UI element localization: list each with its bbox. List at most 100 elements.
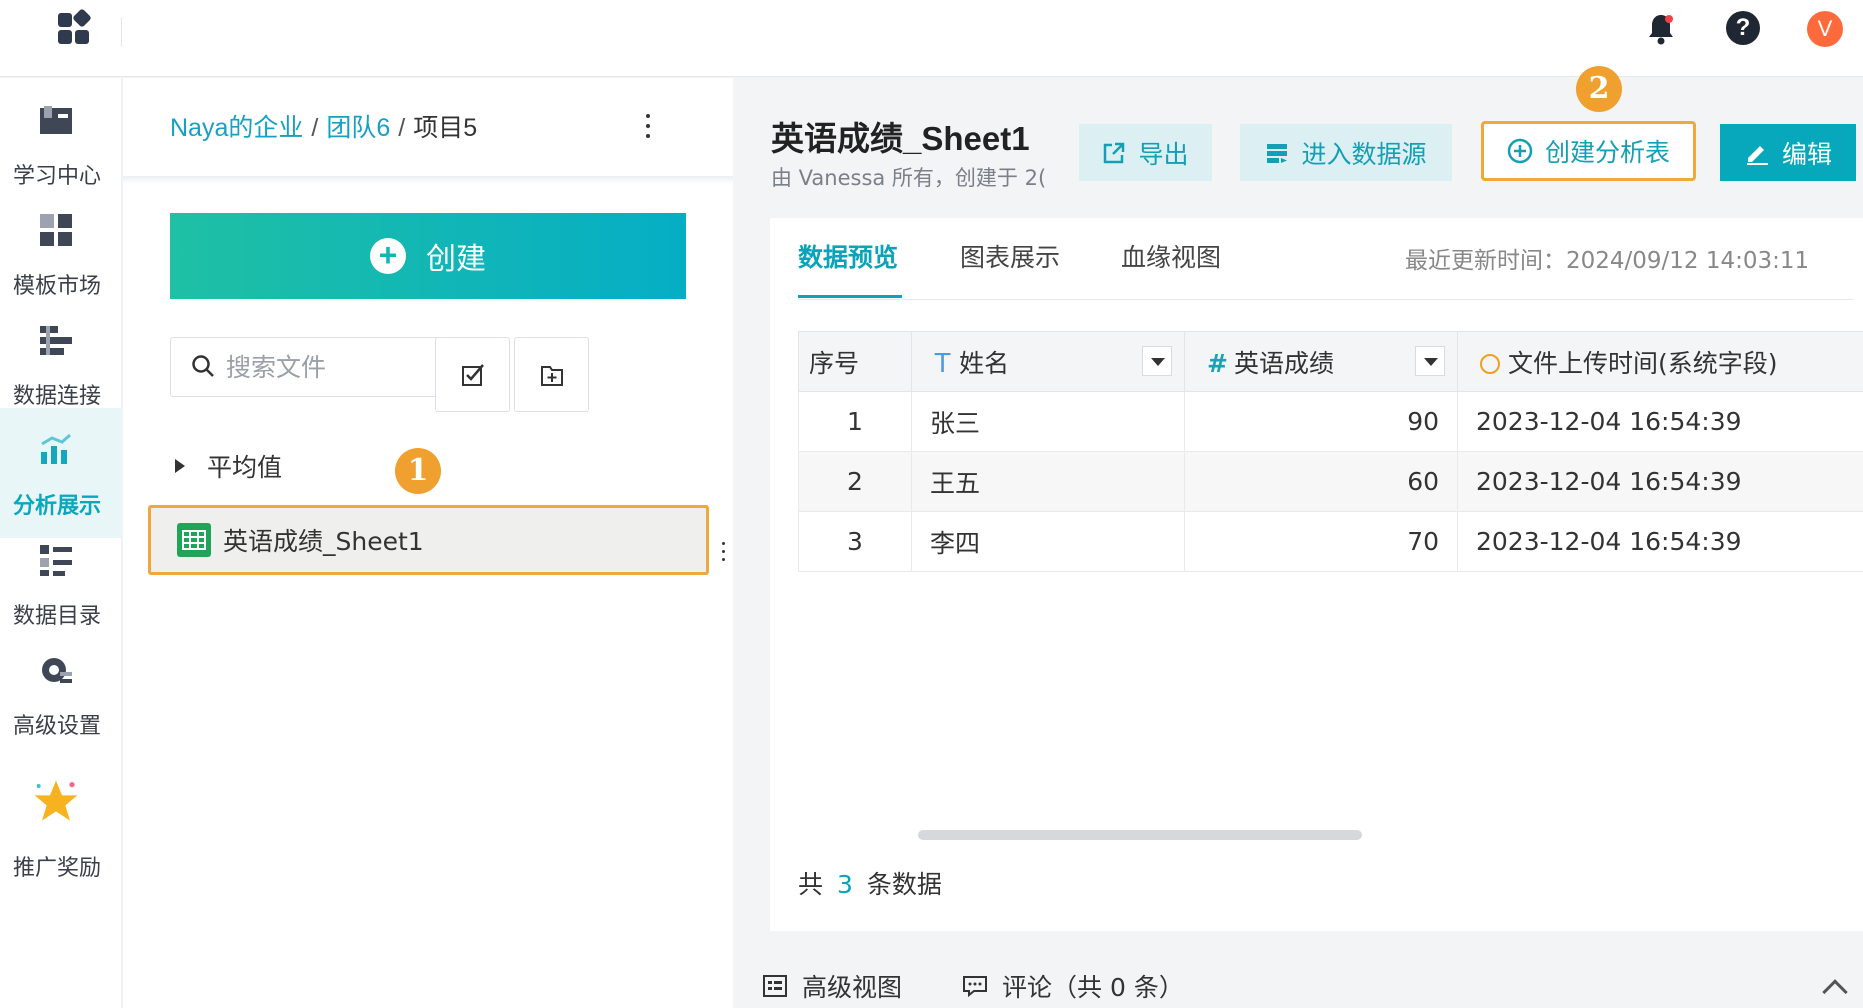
nav-label: 数据目录	[12, 604, 101, 629]
count-suffix: 条数据	[866, 870, 942, 899]
create-label: 创建	[426, 243, 486, 276]
breadcrumb-team[interactable]: 团队6	[326, 114, 390, 142]
step-badge-2: 2	[1576, 66, 1622, 112]
cell-name: 李四	[911, 511, 1185, 572]
enter-datasource-label: 进入数据源	[1301, 140, 1427, 169]
bell-icon[interactable]	[1645, 12, 1677, 46]
create-analysis-button[interactable]: 创建分析表	[1481, 121, 1696, 181]
file-panel: Naya的企业/团队6/项目5 + 创建 平均值 1 英语成绩_Sheet1	[123, 78, 733, 1008]
plus-circle-icon	[1507, 138, 1533, 164]
batch-select-button[interactable]	[435, 337, 510, 412]
cell-index: 3	[798, 511, 912, 572]
folder-plus-icon	[541, 366, 563, 386]
text-type-icon: T	[934, 346, 952, 378]
column-header-score: # 英语成绩	[1184, 331, 1458, 392]
active-tab-indicator	[798, 295, 902, 298]
count-value: 3	[837, 870, 853, 899]
datasource-icon	[1267, 143, 1288, 163]
comments-label: 评论（共 0 条）	[1002, 973, 1184, 1002]
nav-item-settings[interactable]: 高级设置	[0, 628, 122, 758]
tab-chart-display[interactable]: 图表展示	[960, 238, 1060, 274]
create-button[interactable]: + 创建	[170, 213, 686, 299]
export-icon	[1104, 142, 1125, 163]
top-bar: ? V	[0, 0, 1863, 77]
folder-item[interactable]: 平均值	[175, 446, 282, 486]
more-options-icon[interactable]	[643, 114, 653, 142]
nav-label: 分析展示	[12, 494, 101, 519]
edit-label: 编辑	[1781, 140, 1832, 169]
pencil-icon	[1746, 145, 1768, 165]
question-icon[interactable]: ?	[1726, 11, 1760, 45]
file-more-icon[interactable]	[720, 542, 726, 566]
column-header-index: 序号	[798, 331, 912, 392]
column-header-label: 序号	[809, 348, 860, 378]
clock-icon	[1480, 353, 1500, 374]
table-header-row: 序号 T 姓名 # 英语成绩 文件上传时间(系统字段)	[798, 331, 1863, 392]
chart-icon	[41, 433, 71, 464]
last-updated-text: 最近更新时间：2024/09/12 14:03:11	[1405, 248, 1810, 274]
cell-index: 2	[798, 451, 912, 512]
nav-label: 高级设置	[12, 714, 101, 739]
step-badge-1: 1	[395, 448, 441, 494]
tab-data-preview[interactable]: 数据预览	[798, 238, 898, 274]
cell-upload-time: 2023-12-04 16:54:39	[1457, 451, 1863, 512]
breadcrumb-separator: /	[311, 114, 319, 142]
nav-item-rewards[interactable]: 推广奖励	[0, 758, 122, 888]
notification-dot	[1665, 15, 1673, 23]
page-subtitle: 由 Vanessa 所有，创建于 2(	[771, 166, 1047, 190]
breadcrumb-enterprise[interactable]: Naya的企业	[170, 114, 303, 142]
enter-datasource-button[interactable]: 进入数据源	[1240, 124, 1452, 181]
cell-name: 王五	[911, 451, 1185, 512]
new-folder-button[interactable]	[514, 337, 589, 412]
number-type-icon: #	[1207, 348, 1228, 378]
column-header-label: 姓名	[959, 348, 1010, 378]
export-button[interactable]: 导出	[1079, 124, 1212, 181]
advanced-view-icon	[763, 975, 787, 997]
column-dropdown-icon[interactable]	[1415, 346, 1445, 376]
nav-label: 学习中心	[12, 164, 101, 189]
column-header-label: 英语成绩	[1233, 348, 1334, 378]
tab-lineage-view[interactable]: 血缘视图	[1121, 238, 1221, 274]
column-header-label: 文件上传时间(系统字段)	[1508, 348, 1778, 378]
avatar[interactable]: V	[1807, 11, 1843, 47]
divider	[798, 299, 1853, 300]
file-item-selected[interactable]: 英语成绩_Sheet1	[148, 505, 709, 575]
comment-icon	[963, 976, 988, 998]
row-count: 共 3 条数据	[798, 865, 942, 901]
table-row: 2 王五 60 2023-12-04 16:54:39	[798, 451, 1863, 512]
create-analysis-label: 创建分析表	[1544, 139, 1670, 167]
chevron-up-icon[interactable]	[1822, 979, 1848, 1005]
horizontal-scrollbar[interactable]	[918, 830, 1362, 840]
preview-card: 数据预览 图表展示 血缘视图 最近更新时间：2024/09/12 14:03:1…	[770, 218, 1863, 931]
column-header-name: T 姓名	[911, 331, 1185, 392]
column-header-upload-time: 文件上传时间(系统字段)	[1457, 331, 1863, 392]
caret-right-icon[interactable]	[175, 459, 185, 473]
comments-button[interactable]: 评论（共 0 条）	[962, 968, 1184, 1004]
nav-label: 模板市场	[12, 274, 101, 299]
plus-circle-icon: +	[370, 238, 406, 274]
breadcrumb: Naya的企业 / 团队6/项目5	[170, 108, 477, 144]
file-name: 英语成绩_Sheet1	[223, 527, 424, 556]
nav-label: 数据连接	[12, 384, 101, 409]
template-icon	[40, 214, 72, 246]
cell-upload-time: 2023-12-04 16:54:39	[1457, 391, 1863, 452]
table-row: 3 李四 70 2023-12-04 16:54:39	[798, 511, 1863, 572]
data-connect-icon	[40, 326, 72, 355]
cell-score: 90	[1184, 391, 1458, 452]
advanced-view-button[interactable]: 高级视图	[762, 968, 902, 1004]
cell-name: 张三	[911, 391, 1185, 452]
export-label: 导出	[1138, 140, 1189, 169]
bottom-bar: 高级视图 评论（共 0 条）	[762, 968, 1244, 1004]
edit-button[interactable]: 编辑	[1720, 124, 1856, 181]
left-nav: 学习中心 模板市场 数据连接 分析展示 数据目录 高级设置 推广奖励	[0, 78, 122, 1008]
column-dropdown-icon[interactable]	[1142, 346, 1172, 376]
book-icon	[40, 106, 72, 134]
checkbox-icon	[462, 364, 484, 386]
data-table: 序号 T 姓名 # 英语成绩 文件上传时间(系统字段) 1 张三 90 2023-1…	[798, 331, 1863, 572]
grid-apps-icon[interactable]	[58, 8, 92, 47]
search-icon	[192, 355, 214, 377]
advanced-view-label: 高级视图	[802, 973, 903, 1002]
nav-label: 推广奖励	[12, 856, 101, 881]
folder-name: 平均值	[207, 453, 283, 482]
catalog-icon	[40, 545, 72, 576]
